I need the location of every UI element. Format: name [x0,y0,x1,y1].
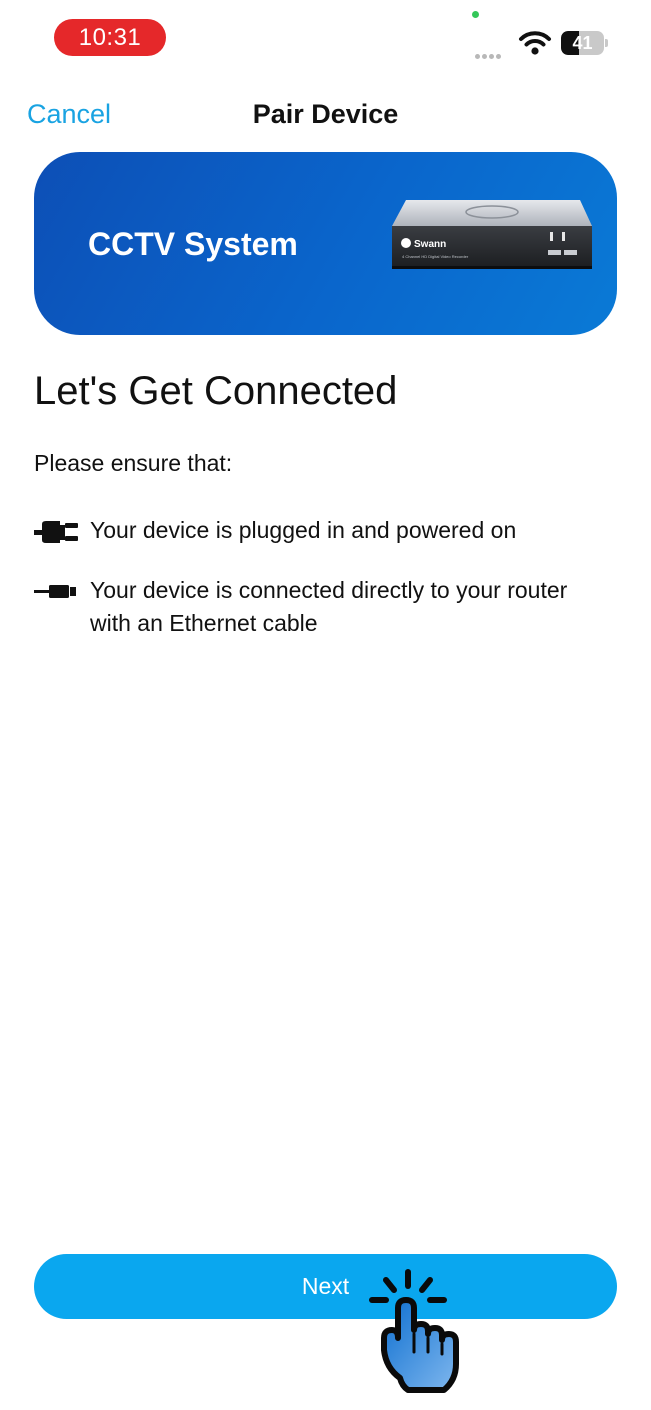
intro-text: Please ensure that: [34,450,233,476]
section-heading: Let's Get Connected [34,369,398,413]
banner-title: CCTV System [88,226,298,262]
cancel-button[interactable]: Cancel [27,99,111,130]
cellular-signal-icon [475,46,503,64]
requirement-item: Your device is plugged in and powered on [34,514,614,550]
requirement-text: Your device is connected directly to you… [90,577,568,636]
battery-percentage: 41 [572,33,593,53]
camera-indicator-dot [472,11,479,18]
dvr-brand-label: Swann [414,239,446,250]
ethernet-cable-icon [34,585,76,598]
device-banner: CCTV System Swann 4 Channel HD Digital V… [34,152,617,335]
wifi-icon [519,31,551,55]
requirement-item: Your device is connected directly to you… [34,574,614,640]
dvr-device-image: Swann 4 Channel HD Digital Video Recorde… [392,200,592,269]
tap-hand-icon [369,1269,459,1393]
requirement-text: Your device is plugged in and powered on [90,517,517,543]
power-plug-icon [34,521,78,543]
status-time: 10:31 [54,19,166,56]
dvr-caption: 4 Channel HD Digital Video Recorder [402,254,469,259]
battery-icon: 41 [561,31,608,55]
next-button[interactable]: Next [34,1254,617,1319]
